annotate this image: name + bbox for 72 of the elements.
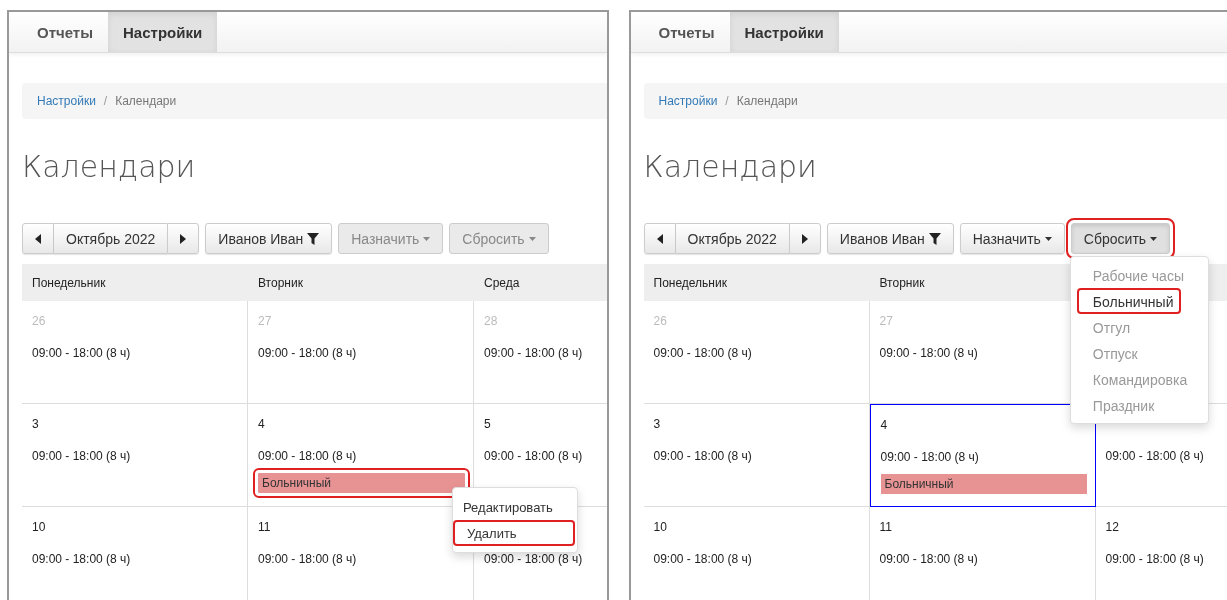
day-number: 5: [484, 417, 491, 431]
menu-item[interactable]: Удалить: [453, 520, 575, 546]
nav-tab[interactable]: Отчеты: [22, 12, 109, 52]
day-number: 26: [653, 314, 667, 328]
work-hours: 09:00 - 18:00 (8 ч): [484, 449, 584, 463]
caret-down-icon: [423, 236, 431, 241]
day-number: 10: [653, 520, 667, 534]
breadcrumb-current: Календари: [115, 94, 177, 108]
previous-month-button[interactable]: [22, 223, 54, 254]
work-hours: 09:00 - 18:00 (8 ч): [258, 346, 358, 360]
work-hours: 09:00 - 18:00 (8 ч): [880, 450, 980, 464]
dropdown-button[interactable]: Назначить: [959, 223, 1065, 254]
day-number: 26: [32, 314, 46, 328]
work-hours: 09:00 - 18:00 (8 ч): [258, 552, 358, 566]
employee-filter-button[interactable]: Иванов Иван: [826, 223, 954, 254]
month-button[interactable]: Октябрь 2022: [54, 223, 168, 254]
breadcrumb-separator: /: [103, 94, 108, 108]
work-hours: 09:00 - 18:00 (8 ч): [484, 346, 584, 360]
day-number: 4: [880, 418, 888, 432]
breadcrumb-separator: /: [725, 94, 729, 108]
filter-icon: [928, 232, 941, 245]
day-number: 4: [258, 417, 265, 431]
day-number: 10: [32, 520, 46, 534]
day-number: 11: [258, 520, 271, 534]
weekday-header: Среда: [474, 264, 607, 301]
work-hours: 09:00 - 18:00 (8 ч): [484, 552, 584, 566]
weekday-header: Понедельник: [22, 264, 248, 301]
menu-item[interactable]: Больничный: [1076, 288, 1182, 314]
day-number: 27: [879, 314, 893, 328]
nav-tab[interactable]: Отчеты: [643, 12, 730, 52]
work-hours: 09:00 - 18:00 (8 ч): [1105, 552, 1205, 566]
day-number: 3: [653, 417, 661, 431]
work-hours: 09:00 - 18:00 (8 ч): [879, 346, 979, 360]
calendar-event[interactable]: Больничный: [880, 474, 1087, 494]
caret-left-icon: [656, 233, 663, 244]
next-month-button[interactable]: [167, 223, 200, 254]
day-number: 28: [484, 314, 498, 328]
work-hours: 09:00 - 18:00 (8 ч): [32, 552, 132, 566]
page-title: Календари: [22, 149, 197, 186]
work-hours: 09:00 - 18:00 (8 ч): [32, 346, 132, 360]
breadcrumb-link[interactable]: Настройки: [658, 94, 718, 108]
breadcrumb-link[interactable]: Настройки: [37, 94, 96, 108]
work-hours: 09:00 - 18:00 (8 ч): [879, 552, 979, 566]
work-hours: 09:00 - 18:00 (8 ч): [653, 346, 753, 360]
caret-down-icon: [1150, 236, 1158, 241]
work-hours: 09:00 - 18:00 (8 ч): [653, 552, 753, 566]
weekday-header: Вторник: [248, 264, 474, 301]
day-number: 12: [1105, 520, 1119, 534]
previous-month-button[interactable]: [643, 223, 676, 254]
employee-filter-button[interactable]: Иванов Иван: [205, 223, 333, 254]
breadcrumb-current: Календари: [736, 94, 798, 108]
caret-left-icon: [35, 233, 41, 244]
work-hours: 09:00 - 18:00 (8 ч): [653, 449, 753, 463]
caret-down-icon: [528, 236, 536, 241]
selected-day-cell[interactable]: 4 09:00 - 18:00 (8 ч) Больничный: [869, 404, 1096, 507]
nav-tab[interactable]: Настройки: [729, 12, 839, 52]
work-hours: 09:00 - 18:00 (8 ч): [1105, 449, 1205, 463]
menu-item[interactable]: Редактировать: [453, 494, 567, 520]
caret-right-icon: [801, 233, 808, 244]
nav-tab[interactable]: Настройки: [108, 12, 218, 52]
filter-icon: [307, 232, 320, 245]
caret-down-icon: [1044, 236, 1052, 241]
next-month-button[interactable]: [788, 223, 821, 254]
page-title: Календари: [643, 149, 818, 186]
work-hours: 09:00 - 18:00 (8 ч): [32, 449, 132, 463]
month-button[interactable]: Октябрь 2022: [675, 223, 789, 254]
work-hours: 09:00 - 18:00 (8 ч): [258, 449, 358, 463]
day-number: 11: [879, 520, 892, 534]
caret-right-icon: [180, 233, 187, 244]
day-number: 3: [32, 417, 39, 431]
weekday-header: Понедельник: [643, 264, 870, 301]
day-number: 27: [258, 314, 272, 328]
